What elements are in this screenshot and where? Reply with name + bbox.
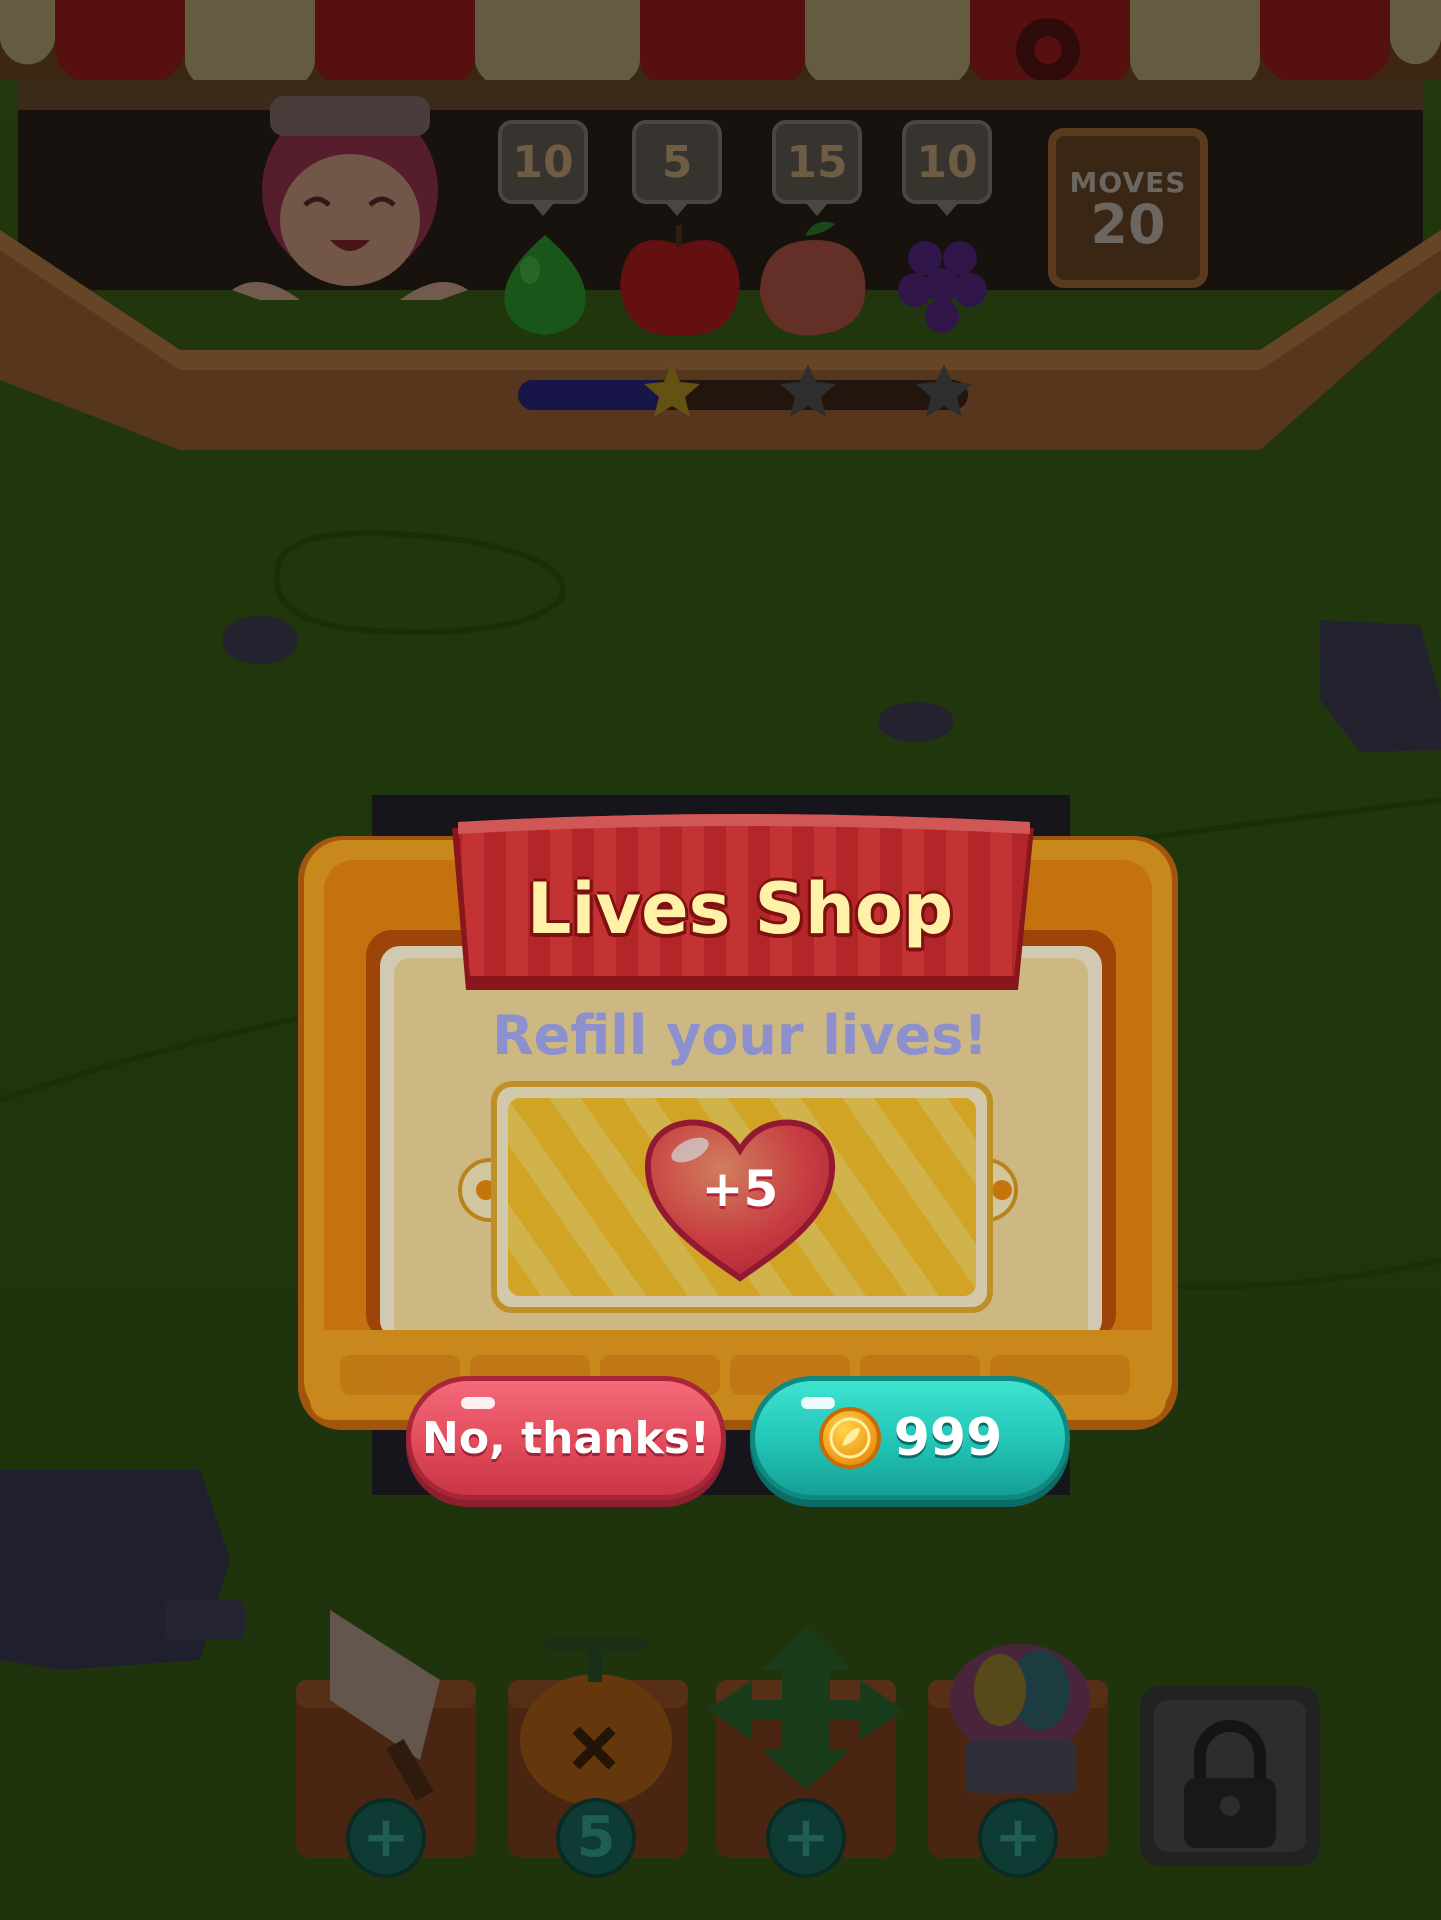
- dialog-title: Lives Shop: [526, 868, 954, 950]
- goal-count-apple: 5: [632, 120, 722, 216]
- no-thanks-button[interactable]: No, thanks!: [406, 1376, 726, 1500]
- lives-amount: +5: [701, 1160, 779, 1218]
- moves-board: MOVES 20: [1048, 128, 1208, 288]
- dialog-subtitle: Refill your lives!: [492, 1004, 988, 1067]
- button-shine: [461, 1397, 495, 1409]
- coin-icon: [818, 1407, 881, 1469]
- moves-value: 20: [1090, 192, 1166, 256]
- goal-count-peach: 15: [772, 120, 862, 216]
- goal-count-grape: 10: [902, 120, 992, 216]
- booster-badge-pumpkin-bomb[interactable]: 5: [556, 1798, 636, 1878]
- booster-badge-rainbow-icecream[interactable]: +: [978, 1798, 1058, 1878]
- buy-lives-button[interactable]: 999: [750, 1376, 1070, 1500]
- price-label: 999: [893, 1408, 1003, 1468]
- gear-icon[interactable]: [1016, 18, 1080, 82]
- locked-slot: [1140, 1686, 1320, 1866]
- game-scene: [0, 0, 1441, 1920]
- booster-badge-arrow-cross[interactable]: +: [766, 1798, 846, 1878]
- goal-count-pear: 10: [498, 120, 588, 216]
- no-thanks-label: No, thanks!: [422, 1412, 710, 1464]
- button-shine: [801, 1397, 835, 1409]
- booster-badge-carrot-hammer[interactable]: +: [346, 1798, 426, 1878]
